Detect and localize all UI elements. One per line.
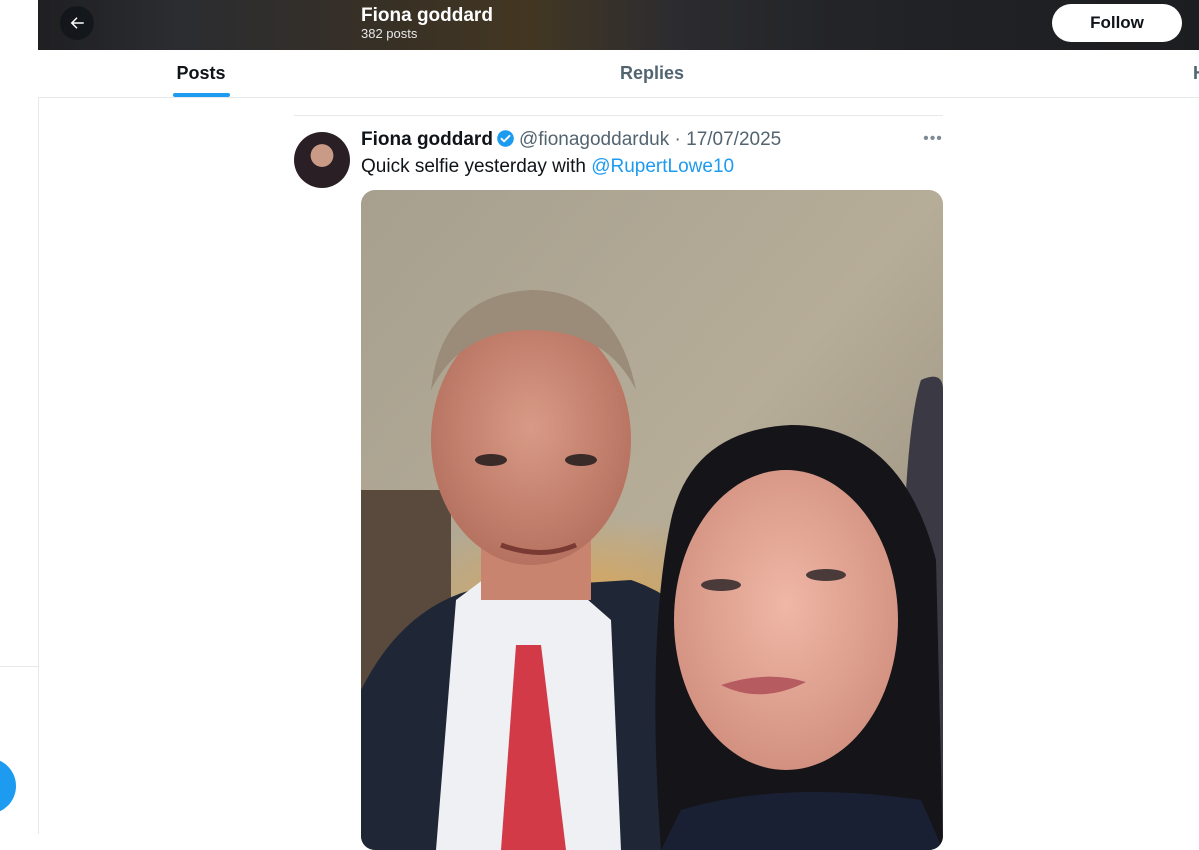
more-horizontal-icon[interactable]: •••	[923, 130, 943, 150]
profile-header-bar: Fiona goddard 382 posts Follow	[38, 0, 1199, 50]
tab-highlights-label: H	[1193, 63, 1199, 84]
profile-name: Fiona goddard	[361, 5, 493, 26]
separator-dot: ·	[674, 129, 681, 150]
verified-badge-icon	[496, 129, 515, 155]
profile-title-block: Fiona goddard 382 posts	[361, 5, 493, 41]
arrow-left-icon	[70, 17, 84, 29]
profile-tabs: Posts Replies H	[38, 50, 1199, 98]
back-button[interactable]	[60, 6, 94, 40]
rail-divider	[0, 666, 38, 667]
tab-replies-label: Replies	[619, 63, 685, 83]
tweet-media-photo[interactable]	[361, 190, 943, 850]
left-navigation-rail	[0, 0, 39, 834]
follow-button[interactable]: Follow	[1052, 4, 1182, 42]
tab-highlights[interactable]: H	[1193, 50, 1199, 97]
tweet[interactable]: Fiona goddard @fionagoddarduk · 17/07/202…	[294, 115, 943, 850]
tab-posts[interactable]: Posts	[172, 50, 230, 97]
tweet-header: Fiona goddard @fionagoddarduk · 17/07/202…	[361, 128, 781, 155]
tweet-display-name[interactable]: Fiona goddard	[361, 129, 493, 150]
avatar[interactable]	[294, 132, 350, 188]
tweet-handle[interactable]: @fionagoddarduk	[519, 129, 669, 150]
tab-posts-label: Posts	[176, 63, 226, 83]
tweet-text: Quick selfie yesterday with @RupertLowe1…	[361, 155, 734, 179]
post-count: 382 posts	[361, 26, 418, 41]
mention-link[interactable]: @RupertLowe10	[591, 156, 734, 177]
tweet-date[interactable]: 17/07/2025	[686, 129, 781, 150]
tweet-text-body: Quick selfie yesterday with	[361, 156, 592, 177]
tab-selected-indicator	[173, 93, 230, 97]
compose-post-button[interactable]	[0, 758, 16, 814]
tab-replies[interactable]: Replies	[618, 50, 686, 97]
